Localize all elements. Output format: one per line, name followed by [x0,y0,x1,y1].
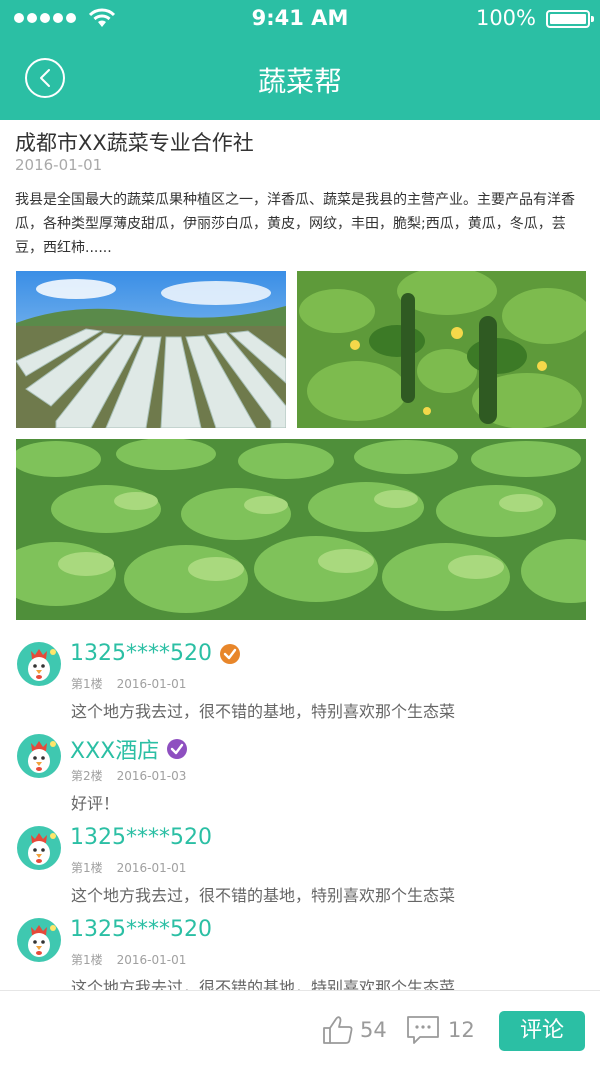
like-count: 54 [360,1018,387,1042]
battery-percent: 100% [475,6,536,30]
comment-item: XXX酒店 第2楼 2016-01-03 好评！ [0,734,600,826]
verified-badge-icon [167,739,188,759]
bottom-action-bar: 54 12 评论 [0,990,600,1066]
page-title: 蔬菜帮 [257,65,342,98]
like-button[interactable]: 54 [322,1015,387,1045]
comment-username[interactable]: 1325****520 [70,641,240,666]
lettuce-field-photo[interactable] [16,439,586,620]
cucumber-photo[interactable] [297,271,586,428]
comment-text: 好评！ [71,794,120,813]
comment-floor: 第1楼 [71,677,103,691]
comment-item: 1325****520 第1楼 2016-01-01 这个地方我去过，很不错的基地… [0,825,600,918]
avatar[interactable] [17,642,61,686]
comment-floor: 第1楼 [71,861,103,875]
avatar[interactable] [17,734,61,778]
comment-floor: 第1楼 [71,953,103,967]
comment-text: 这个地方我去过，很不错的基地，特别喜欢那个生态菜 [71,702,456,721]
comment-date: 2016-01-01 [116,953,187,967]
battery-icon [546,10,594,28]
comment-count: 12 [448,1018,475,1042]
comment-meta: 第1楼 2016-01-01 [71,951,186,968]
article-title: 成都市XX蔬菜专业合作社 [15,131,254,155]
comment-meta: 第1楼 2016-01-01 [71,859,186,876]
comment-button[interactable]: 评论 [499,1011,585,1051]
comment-date: 2016-01-01 [116,677,187,691]
article-body: 我县是全国最大的蔬菜瓜果种植区之一，洋香瓜、蔬菜是我县的主营产业。主要产品有洋香… [15,192,575,256]
comment-floor: 第2楼 [71,769,103,783]
comment-username[interactable]: 1325****520 [70,917,212,942]
avatar[interactable] [17,918,61,962]
comment-date: 2016-01-01 [116,861,187,875]
comment-username[interactable]: XXX酒店 [70,733,188,765]
comment-date: 2016-01-03 [116,769,187,783]
verified-badge-icon [219,643,240,664]
avatar[interactable] [17,826,61,870]
comments-count-button[interactable]: 12 [406,1015,475,1045]
thumbs-up-icon [323,1016,353,1044]
comment-text: 这个地方我去过，很不错的基地，特别喜欢那个生态菜 [71,886,456,905]
article-date: 2016-01-01 [15,156,103,174]
comment-meta: 第2楼 2016-01-03 [71,767,186,784]
status-bar: 9:41 AM 100% [0,0,600,38]
comment-meta: 第1楼 2016-01-01 [71,675,186,692]
comment-item: 1325****520 第1楼 2016-01-01 这个地方我去过，很不错的基地… [0,641,600,734]
message-icon [407,1016,439,1044]
nav-bar: 蔬菜帮 [0,38,600,120]
comment-username[interactable]: 1325****520 [70,825,212,850]
greenhouse-photo[interactable] [16,271,286,428]
